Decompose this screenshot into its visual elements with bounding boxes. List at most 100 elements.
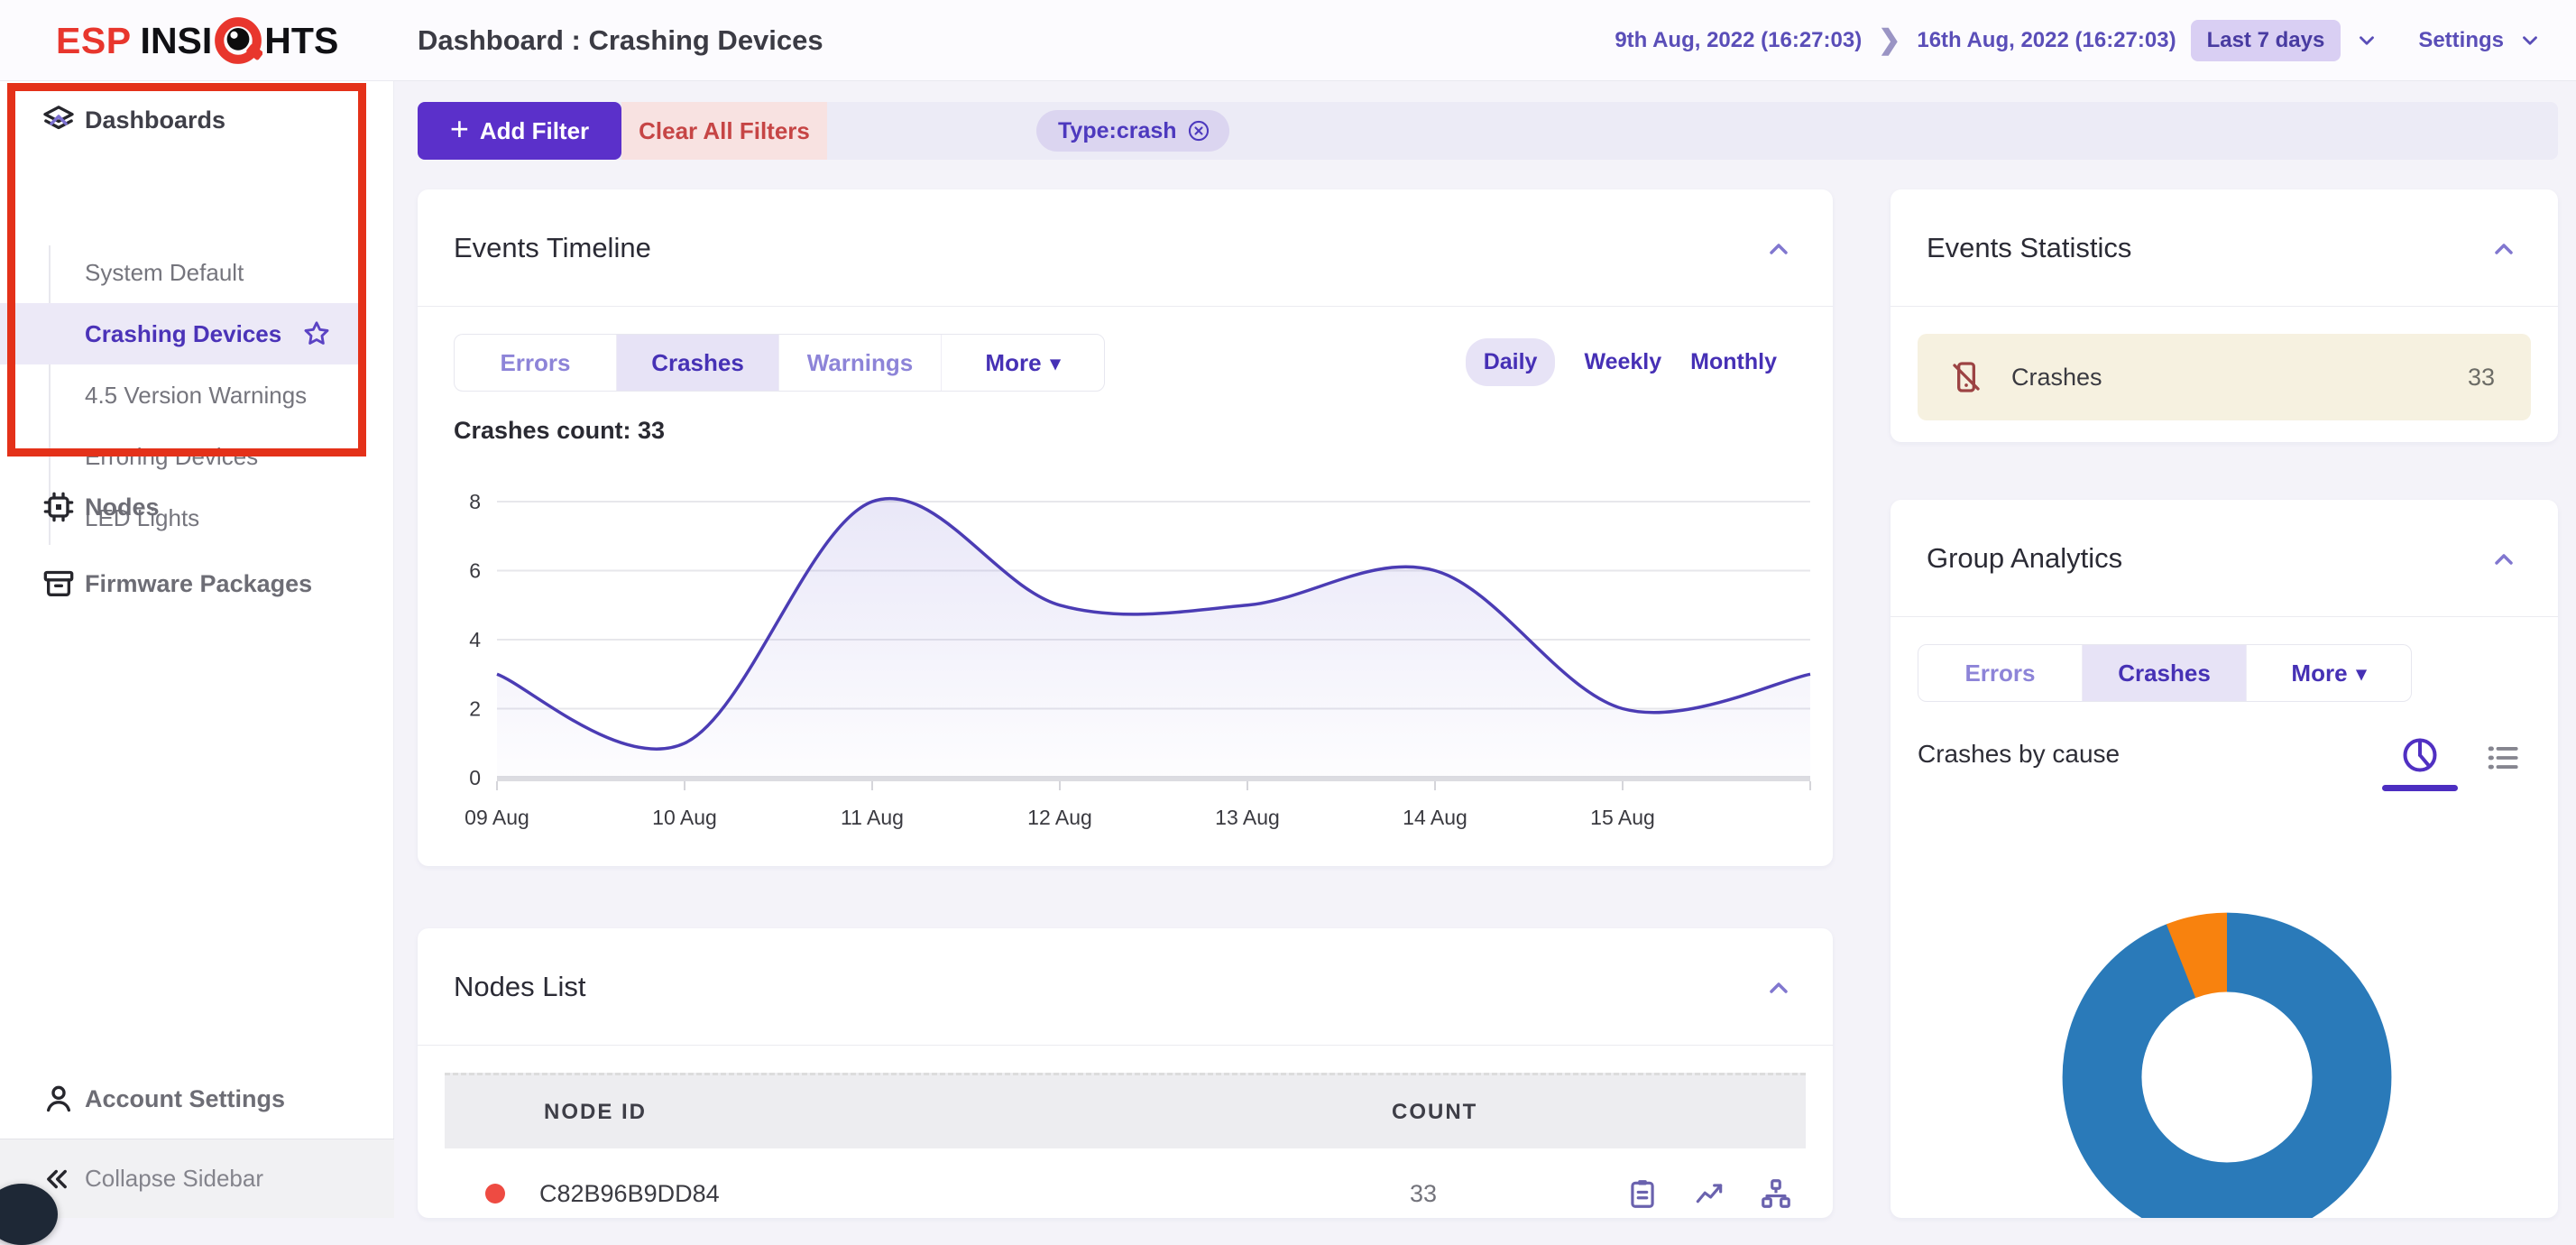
logo-text-esp: ESP <box>56 20 132 62</box>
event-log-icon[interactable] <box>1625 1176 1660 1211</box>
chevron-right-icon: ❯ <box>1878 27 1900 54</box>
group-tab-crashes[interactable]: Crashes <box>2083 645 2247 701</box>
date-range-end: 16th Aug, 2022 (16:27:03) <box>1917 28 2176 53</box>
sidebar-item-dashboards[interactable]: Dashboards <box>0 90 394 150</box>
tab-warnings[interactable]: Warnings <box>779 335 942 391</box>
tab-crashes[interactable]: Crashes <box>617 335 779 391</box>
sidebar: Dashboards System Default Crashing Device… <box>0 81 394 1218</box>
tab-more[interactable]: More▾ <box>942 335 1104 391</box>
tab-errors[interactable]: Errors <box>455 335 617 391</box>
svg-text:2: 2 <box>469 697 481 721</box>
event-type-tabs: Errors Crashes Warnings More▾ <box>454 334 1105 392</box>
svg-text:13 Aug: 13 Aug <box>1215 806 1280 829</box>
count-cell: 33 <box>1392 1180 1437 1208</box>
stat-row-crashes[interactable]: Crashes 33 <box>1918 334 2531 420</box>
chevron-down-icon[interactable] <box>2518 29 2542 52</box>
sidebar-item-account-settings[interactable]: Account Settings <box>0 1069 394 1129</box>
sidebar-item-nodes[interactable]: Nodes <box>0 477 394 537</box>
tab-label: Errors <box>1964 659 2035 687</box>
events-statistics-card: Events Statistics Crashes 33 <box>1891 189 2558 442</box>
events-timeline-card: Events Timeline Errors Crashes Warnings Mor… <box>418 189 1833 866</box>
period-weekly[interactable]: Weekly <box>1584 349 1661 375</box>
plus-icon: + <box>450 113 469 145</box>
sidebar-item-system-default[interactable]: System Default <box>0 242 394 303</box>
settings-menu[interactable]: Settings <box>2418 28 2504 53</box>
double-chevron-left-icon <box>41 1164 72 1194</box>
pie-chart-icon[interactable] <box>2399 734 2441 776</box>
chevron-up-icon[interactable] <box>2489 235 2518 263</box>
card-title: Events Statistics <box>1927 189 2131 307</box>
period-daily[interactable]: Daily <box>1466 338 1556 386</box>
chevron-down-icon[interactable] <box>2355 29 2378 52</box>
group-tab-errors[interactable]: Errors <box>1918 645 2083 701</box>
chevron-up-icon[interactable] <box>2489 545 2518 574</box>
tab-label: More <box>2291 659 2347 687</box>
collapse-sidebar-button[interactable]: Collapse Sidebar <box>0 1139 394 1218</box>
clear-all-filters-button[interactable]: Clear All Filters <box>621 102 827 160</box>
chevron-up-icon[interactable] <box>1764 235 1793 263</box>
sidebar-item-label: 4.5 Version Warnings <box>85 382 307 410</box>
active-view-underline <box>2382 785 2458 791</box>
crashes-by-cause-donut-chart <box>2055 905 2399 1218</box>
collapse-sidebar-label: Collapse Sidebar <box>85 1165 263 1193</box>
chart-title: Crashes count: 33 <box>454 417 665 445</box>
nodes-list-card: Nodes List NODE ID COUNT C82B96B9DD8433 <box>418 928 1833 1218</box>
table-row[interactable]: C82B96B9DD8433 <box>445 1148 1806 1218</box>
chevron-up-icon[interactable] <box>40 106 78 134</box>
sidebar-item-label: Firmware Packages <box>85 570 312 598</box>
sidebar-item-firmware-packages[interactable]: Firmware Packages <box>0 554 394 613</box>
tab-label: Crashes <box>651 349 744 377</box>
card-title: Events Timeline <box>454 189 651 307</box>
add-filter-button[interactable]: + Add Filter <box>418 102 621 160</box>
favorite-star-icon[interactable] <box>301 318 332 349</box>
table-header-row: NODE ID COUNT <box>445 1073 1806 1148</box>
tab-label: Errors <box>500 349 570 377</box>
column-header-node-id: NODE ID <box>445 1100 1392 1125</box>
svg-text:12 Aug: 12 Aug <box>1027 806 1092 829</box>
sidebar-item-crashing-devices[interactable]: Crashing Devices <box>0 303 366 364</box>
period-monthly[interactable]: Monthly <box>1690 349 1777 375</box>
sidebar-item-label: System Default <box>85 259 244 287</box>
sidebar-item-label: Nodes <box>85 493 160 521</box>
top-bar: ESP INSI HTS Dashboard : Crashing Device… <box>0 0 2576 81</box>
stat-label: Crashes <box>2011 364 2102 392</box>
time-range-pill[interactable]: Last 7 days <box>2191 20 2341 61</box>
topology-icon[interactable] <box>1759 1176 1793 1211</box>
trend-icon[interactable] <box>1692 1176 1726 1211</box>
crashes-line-chart: 0246809 Aug10 Aug11 Aug12 Aug13 Aug14 Au… <box>454 467 1816 846</box>
svg-text:8: 8 <box>469 490 481 513</box>
chevron-up-icon[interactable] <box>1764 973 1793 1002</box>
card-title: Group Analytics <box>1927 500 2122 617</box>
tab-label: Crashes <box>2118 659 2211 687</box>
stat-value: 33 <box>2468 364 2495 392</box>
group-tab-more[interactable]: More▾ <box>2247 645 2411 701</box>
status-dot <box>485 1184 505 1204</box>
node-id-cell: C82B96B9DD84 <box>539 1180 1392 1208</box>
close-circle-icon[interactable] <box>1186 118 1211 143</box>
row-actions <box>1625 1176 1806 1211</box>
header-controls: 9th Aug, 2022 (16:27:03) ❯ 16th Aug, 202… <box>1615 0 2542 81</box>
filter-bar: + Add Filter Clear All Filters Type:cras… <box>418 102 2558 160</box>
list-view-icon[interactable] <box>2483 738 2523 778</box>
svg-text:14 Aug: 14 Aug <box>1403 806 1467 829</box>
sidebar-item-4-5-version-warnings[interactable]: 4.5 Version Warnings <box>0 364 394 426</box>
sidebar-item-label: Account Settings <box>85 1085 285 1113</box>
crashed-device-icon <box>1948 359 1984 395</box>
sidebar-item-label: Dashboards <box>85 106 225 134</box>
sidebar-item-label: Erroring Devices <box>85 443 258 471</box>
card-header: Events Timeline <box>418 189 1833 307</box>
add-filter-label: Add Filter <box>480 117 589 145</box>
tab-label: More <box>985 349 1041 377</box>
eye-logo-icon <box>214 16 262 65</box>
svg-text:6: 6 <box>469 559 481 583</box>
app-logo: ESP INSI HTS <box>56 0 338 81</box>
column-header-count: COUNT <box>1392 1100 1477 1125</box>
person-icon <box>40 1081 78 1117</box>
filter-chip-type-crash[interactable]: Type:crash <box>1036 110 1229 152</box>
svg-text:09 Aug: 09 Aug <box>465 806 529 829</box>
tab-label: Warnings <box>807 349 913 377</box>
group-chart-subtitle: Crashes by cause <box>1918 740 2120 769</box>
logo-text-insi: INSI <box>141 20 213 62</box>
page-title: Dashboard : Crashing Devices <box>418 0 823 81</box>
svg-text:15 Aug: 15 Aug <box>1590 806 1655 829</box>
